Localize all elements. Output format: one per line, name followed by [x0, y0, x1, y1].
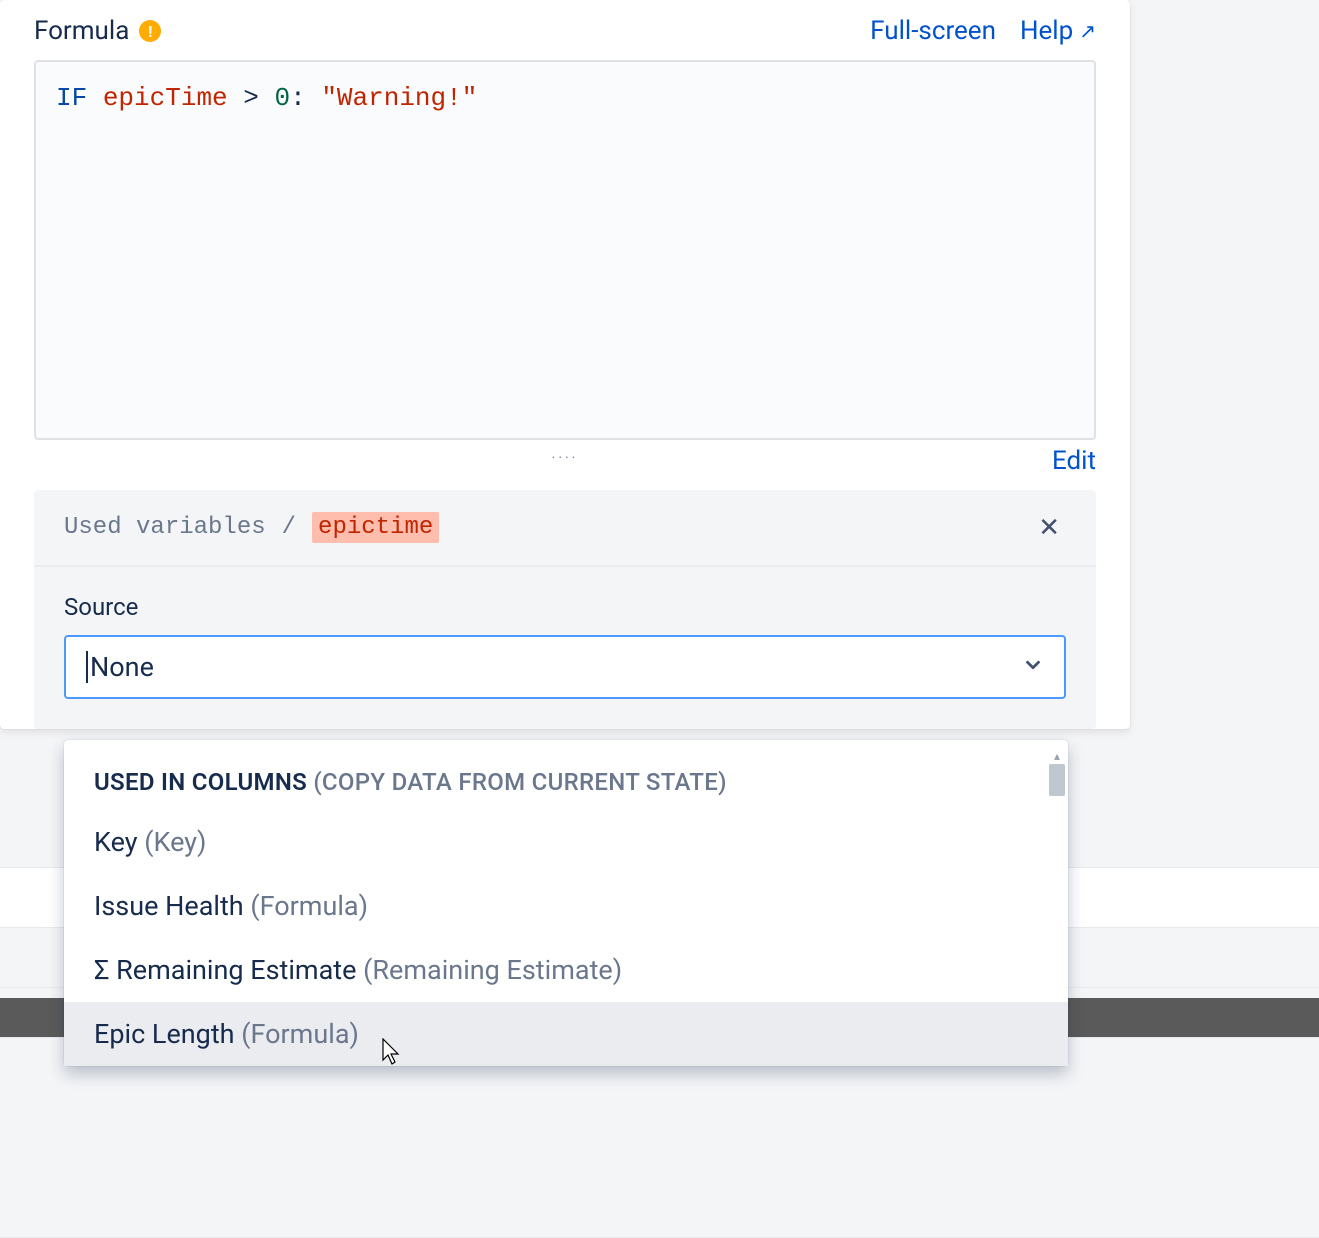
- chevron-down-icon: [1022, 651, 1044, 683]
- option-type: (Remaining Estimate): [363, 954, 622, 986]
- help-link[interactable]: Help ↗: [1020, 16, 1096, 46]
- option-name: Σ Remaining Estimate: [94, 954, 356, 986]
- source-block: Source None: [34, 567, 1096, 729]
- dropdown-scrollbar[interactable]: ▴: [1048, 750, 1066, 1056]
- panel-title: Formula: [34, 16, 129, 46]
- option-type: (Formula): [241, 1018, 359, 1050]
- resize-handle-icon[interactable]: ····: [552, 450, 579, 466]
- editor-footer: ···· Edit: [34, 450, 1096, 466]
- dropdown-option[interactable]: Σ Remaining Estimate (Remaining Estimate…: [64, 938, 1068, 1002]
- edit-link[interactable]: Edit: [1052, 446, 1096, 476]
- dropdown-option[interactable]: Key (Key): [64, 810, 1068, 874]
- section-title: USED IN COLUMNS: [94, 768, 307, 796]
- scroll-thumb[interactable]: [1049, 764, 1065, 796]
- variables-section: Used variables / epictime ✕ Source None: [34, 490, 1096, 729]
- dropdown-scroll: USED IN COLUMNS (COPY DATA FROM CURRENT …: [64, 740, 1068, 1066]
- token-variable: epicTime: [103, 83, 228, 113]
- dropdown-section-header: USED IN COLUMNS (COPY DATA FROM CURRENT …: [64, 758, 1068, 810]
- help-label: Help: [1020, 16, 1073, 46]
- external-link-icon: ↗: [1079, 19, 1096, 43]
- option-name: Epic Length: [94, 1018, 235, 1050]
- option-name: Key: [94, 826, 138, 858]
- close-icon[interactable]: ✕: [1032, 513, 1066, 543]
- breadcrumb: Used variables / epictime: [64, 512, 439, 543]
- fullscreen-link[interactable]: Full-screen: [870, 16, 996, 46]
- token-keyword: IF: [56, 83, 87, 113]
- token-colon: :: [290, 83, 306, 113]
- title-wrap: Formula !: [34, 16, 161, 46]
- dropdown-option[interactable]: Issue Health (Formula): [64, 874, 1068, 938]
- formula-panel: Formula ! Full-screen Help ↗ IF epicTime…: [0, 0, 1130, 729]
- option-type: (Formula): [250, 890, 368, 922]
- token-string: "Warning!": [321, 83, 477, 113]
- token-number: 0: [274, 83, 290, 113]
- variables-header: Used variables / epictime ✕: [34, 490, 1096, 567]
- warning-icon: !: [139, 20, 161, 42]
- header-links: Full-screen Help ↗: [870, 16, 1096, 46]
- section-subtitle: (COPY DATA FROM CURRENT STATE): [313, 768, 726, 796]
- breadcrumb-root[interactable]: Used variables: [64, 514, 266, 541]
- token-operator: >: [243, 83, 259, 113]
- panel-header: Formula ! Full-screen Help ↗: [0, 0, 1130, 54]
- scroll-up-icon[interactable]: ▴: [1054, 750, 1060, 762]
- formula-editor[interactable]: IF epicTime > 0: "Warning!": [34, 60, 1096, 440]
- dropdown-option[interactable]: Epic Length (Formula): [64, 1002, 1068, 1066]
- option-type: (Key): [144, 826, 206, 858]
- source-dropdown-menu: USED IN COLUMNS (COPY DATA FROM CURRENT …: [64, 740, 1068, 1066]
- source-dropdown[interactable]: None: [64, 635, 1066, 699]
- dropdown-value: None: [86, 651, 154, 683]
- breadcrumb-current-variable: epictime: [312, 512, 439, 543]
- option-name: Issue Health: [94, 890, 244, 922]
- source-label: Source: [64, 593, 1066, 621]
- breadcrumb-separator: /: [282, 514, 296, 541]
